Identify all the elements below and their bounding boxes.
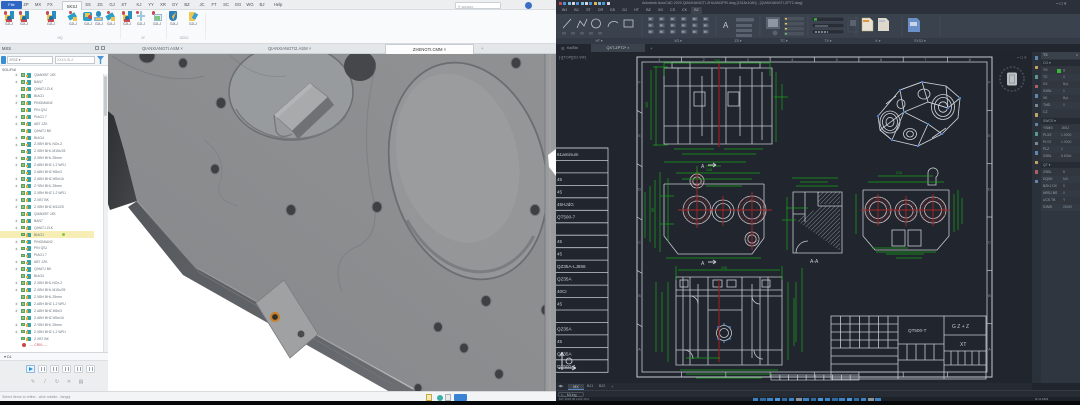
svg-text:240: 240	[721, 266, 727, 270]
svg-text:45: 45	[557, 339, 563, 344]
svg-text:40Cr: 40Cr	[557, 289, 567, 294]
svg-text:128: 128	[706, 168, 712, 172]
svg-text:F: F	[988, 80, 991, 85]
svg-text:45HJdG: 45HJdG	[557, 202, 574, 207]
svg-text:QT500-7: QT500-7	[557, 214, 576, 219]
svg-text:XT: XT	[960, 342, 966, 348]
svg-text:1: 1	[658, 57, 661, 62]
svg-text:6: 6	[880, 57, 883, 62]
svg-text:[-][TOP][2D-WF]: [-][TOP][2D-WF]	[559, 56, 586, 60]
svg-text:A: A	[723, 21, 729, 30]
svg-text:C: C	[638, 240, 641, 245]
svg-text:A-A: A-A	[810, 259, 819, 265]
svg-text:3: 3	[747, 57, 750, 62]
svg-text:B: B	[638, 293, 641, 298]
svg-text:G Z + Z: G Z + Z	[952, 324, 969, 330]
svg-text:B: B	[988, 293, 991, 298]
svg-text:A: A	[988, 346, 991, 351]
svg-text:QT500-T: QT500-T	[908, 328, 927, 333]
svg-text:C: C	[988, 240, 991, 245]
svg-text:45: 45	[557, 252, 563, 257]
svg-text:45: 45	[557, 177, 563, 182]
svg-text:D: D	[988, 186, 991, 191]
svg-text:QZ35A: QZ35A	[557, 326, 572, 331]
svg-text:45: 45	[557, 239, 563, 244]
svg-text:7: 7	[924, 57, 927, 62]
svg-text:8: 8	[969, 57, 972, 62]
svg-text:210: 210	[896, 171, 902, 175]
svg-text:45: 45	[557, 302, 563, 307]
svg-text:180: 180	[645, 102, 649, 108]
svg-text:A: A	[701, 164, 705, 170]
svg-text:256: 256	[714, 59, 720, 63]
svg-text:61aminum: 61aminum	[557, 152, 579, 157]
svg-text:F: F	[638, 80, 641, 85]
svg-text:45: 45	[557, 189, 563, 194]
svg-text:QZ35A-LJ656: QZ35A-LJ656	[557, 264, 586, 269]
svg-text:A: A	[638, 346, 641, 351]
svg-text:4: 4	[791, 57, 794, 62]
svg-text:E: E	[988, 133, 991, 138]
svg-text:D: D	[638, 186, 641, 191]
svg-text:– □ ×: – □ ×	[1017, 55, 1027, 60]
svg-text:2: 2	[702, 57, 705, 62]
svg-text:QZ35A: QZ35A	[557, 277, 572, 282]
svg-text:E: E	[638, 133, 641, 138]
svg-text:95: 95	[651, 208, 655, 212]
svg-text:A: A	[701, 261, 705, 267]
svg-text:5: 5	[836, 57, 839, 62]
svg-text:QZ35A: QZ35A	[557, 351, 572, 356]
